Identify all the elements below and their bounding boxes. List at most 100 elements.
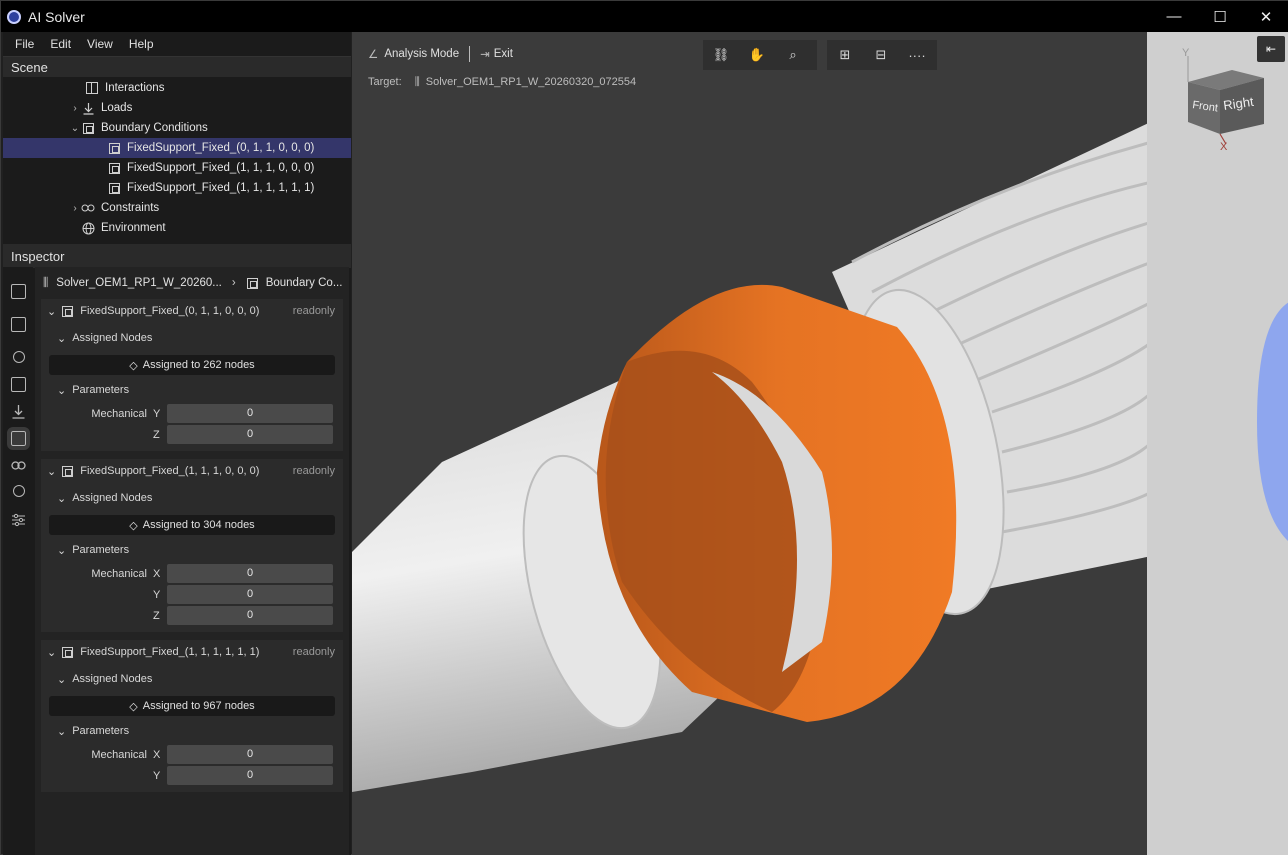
- param-value-field[interactable]: 0: [167, 745, 333, 764]
- 3d-viewport[interactable]: Front Right Y X ∠ Analysis Mode ⇥ Exit T…: [352, 32, 1288, 855]
- mesh-icon[interactable]: [11, 317, 26, 332]
- assigned-nodes-button[interactable]: ◇ Assigned to 967 nodes: [49, 696, 335, 716]
- app-window: AI Solver — ☐ ✕ File Edit View Help Scen…: [0, 0, 1288, 855]
- chevron-right-icon[interactable]: ›: [69, 203, 81, 214]
- search-icon[interactable]: ⌕: [775, 40, 811, 70]
- card-title: FixedSupport_Fixed_(0, 1, 1, 0, 0, 0): [80, 305, 260, 317]
- chevron-down-icon: ⌄: [57, 673, 67, 686]
- tree-item-label: FixedSupport_Fixed_(1, 1, 1, 1, 1, 1): [127, 182, 315, 194]
- tree-item-boundary-conditions[interactable]: ⌄ Boundary Conditions: [3, 118, 351, 138]
- app-title: AI Solver: [28, 8, 85, 25]
- tree-item-constraints[interactable]: › Constraints: [3, 198, 351, 218]
- menu-view[interactable]: View: [81, 37, 123, 51]
- chevron-down-icon[interactable]: ⌄: [47, 305, 56, 318]
- readonly-badge: readonly: [292, 465, 335, 477]
- chevron-down-icon[interactable]: ⌄: [47, 465, 56, 478]
- tree-item-loads[interactable]: › Loads: [3, 98, 351, 118]
- minimize-button[interactable]: —: [1151, 1, 1197, 32]
- tree-item-fixedsupport-1[interactable]: FixedSupport_Fixed_(0, 1, 1, 0, 0, 0): [3, 138, 351, 158]
- layout-tools: ⊞ ⊟ ····: [827, 40, 937, 70]
- globe-icon: [81, 221, 95, 235]
- param-value-field[interactable]: 0: [167, 766, 333, 785]
- card-header[interactable]: ⌄ FixedSupport_Fixed_(1, 1, 1, 1, 1, 1) …: [41, 640, 343, 664]
- title-bar: AI Solver — ☐ ✕: [1, 1, 1288, 32]
- assigned-nodes-header[interactable]: ⌄ Assigned Nodes: [41, 668, 343, 690]
- maximize-button[interactable]: ☐: [1197, 1, 1243, 32]
- parameters-header[interactable]: ⌄ Parameters: [41, 720, 343, 742]
- box-icon: [246, 276, 260, 290]
- param-value-field[interactable]: 0: [167, 606, 333, 625]
- param-axis: Z: [153, 428, 160, 441]
- menu-file[interactable]: File: [9, 37, 44, 51]
- load-icon[interactable]: [11, 404, 26, 419]
- boundary-card: ⌄ FixedSupport_Fixed_(0, 1, 1, 0, 0, 0) …: [41, 299, 343, 451]
- scene-tree: Interactions › Loads ⌄ Boundary Conditio…: [3, 77, 351, 238]
- settings-sliders-icon[interactable]: [11, 512, 26, 527]
- image-icon[interactable]: [11, 284, 26, 299]
- assigned-nodes-button[interactable]: ◇ Assigned to 262 nodes: [49, 355, 335, 375]
- toggle-panel-icon[interactable]: ⇤: [1257, 36, 1285, 62]
- chevron-right-icon[interactable]: ›: [69, 103, 81, 114]
- diamond-icon: ◇: [129, 519, 138, 532]
- globe-icon[interactable]: [13, 485, 25, 497]
- box-icon: [107, 161, 121, 175]
- assigned-nodes-header[interactable]: ⌄ Assigned Nodes: [41, 487, 343, 509]
- parameters-header[interactable]: ⌄ Parameters: [41, 539, 343, 561]
- inspector-body: ⫼ Solver_OEM1_RP1_W_20260... › Boundary …: [3, 267, 351, 855]
- chevron-down-icon[interactable]: ⌄: [47, 646, 56, 659]
- card-header[interactable]: ⌄ FixedSupport_Fixed_(0, 1, 1, 0, 0, 0) …: [41, 299, 343, 323]
- split-view-icon[interactable]: ⊟: [863, 40, 899, 70]
- menu-edit[interactable]: Edit: [44, 37, 81, 51]
- param-value-field[interactable]: 0: [167, 404, 333, 423]
- param-value-field[interactable]: 0: [167, 425, 333, 444]
- close-button[interactable]: ✕: [1243, 1, 1288, 32]
- box-icon: [107, 181, 121, 195]
- breadcrumb-solver[interactable]: Solver_OEM1_RP1_W_20260...: [56, 277, 222, 289]
- boundary-card: ⌄ FixedSupport_Fixed_(1, 1, 1, 0, 0, 0) …: [41, 459, 343, 632]
- more-button[interactable]: ····: [899, 40, 935, 70]
- model-render[interactable]: Front Right Y X: [352, 32, 1288, 855]
- box-icon: [60, 304, 74, 318]
- param-axis: Y: [153, 588, 161, 601]
- boundary-card: ⌄ FixedSupport_Fixed_(1, 1, 1, 1, 1, 1) …: [41, 640, 343, 792]
- axis-x-label: X: [1220, 141, 1228, 153]
- exit-button[interactable]: Exit: [494, 48, 513, 60]
- diamond-icon: ◇: [129, 359, 138, 372]
- box-icon: [60, 464, 74, 478]
- material-icon[interactable]: [13, 351, 25, 363]
- viewport-mode-bar: ∠ Analysis Mode ⇥ Exit: [368, 46, 513, 62]
- param-value-field[interactable]: 0: [167, 585, 333, 604]
- menu-bar: File Edit View Help: [3, 32, 351, 56]
- exit-icon: ⇥: [480, 49, 490, 61]
- tree-item-fixedsupport-3[interactable]: FixedSupport_Fixed_(1, 1, 1, 1, 1, 1): [3, 178, 351, 198]
- link-icon[interactable]: ⛓: [703, 40, 739, 70]
- boundary-condition-icon[interactable]: [7, 427, 30, 450]
- chevron-down-icon: ⌄: [57, 332, 67, 345]
- assigned-nodes-header[interactable]: ⌄ Assigned Nodes: [41, 327, 343, 349]
- tree-item-label: Environment: [101, 222, 166, 234]
- assigned-nodes-button[interactable]: ◇ Assigned to 304 nodes: [49, 515, 335, 535]
- param-row: Z 0: [41, 605, 343, 626]
- interaction-icon[interactable]: [11, 377, 26, 392]
- tree-item-fixedsupport-2[interactable]: FixedSupport_Fixed_(1, 1, 1, 0, 0, 0): [3, 158, 351, 178]
- fit-view-icon[interactable]: ⊞: [827, 40, 863, 70]
- tree-item-environment[interactable]: Environment: [3, 218, 351, 238]
- tree-item-label: FixedSupport_Fixed_(0, 1, 1, 0, 0, 0): [127, 142, 315, 154]
- param-group-label: Mechanical: [91, 567, 147, 580]
- angle-icon: ∠: [368, 49, 379, 61]
- bar-chart-icon: ⫼: [43, 276, 49, 289]
- link-icon[interactable]: [11, 458, 26, 473]
- menu-help[interactable]: Help: [123, 37, 164, 51]
- card-header[interactable]: ⌄ FixedSupport_Fixed_(1, 1, 1, 0, 0, 0) …: [41, 459, 343, 483]
- pan-hand-icon[interactable]: ✋: [739, 40, 775, 70]
- tree-item-interactions[interactable]: Interactions: [3, 78, 351, 98]
- chevron-down-icon[interactable]: ⌄: [69, 123, 81, 134]
- param-value-field[interactable]: 0: [167, 564, 333, 583]
- tree-item-label: Boundary Conditions: [101, 122, 208, 134]
- breadcrumb-section[interactable]: Boundary Co...: [266, 277, 343, 289]
- param-row: Y 0: [41, 584, 343, 605]
- app-logo-icon: [7, 9, 21, 24]
- param-axis: X: [153, 748, 161, 761]
- parameters-header[interactable]: ⌄ Parameters: [41, 379, 343, 401]
- tree-item-label: Constraints: [101, 202, 160, 214]
